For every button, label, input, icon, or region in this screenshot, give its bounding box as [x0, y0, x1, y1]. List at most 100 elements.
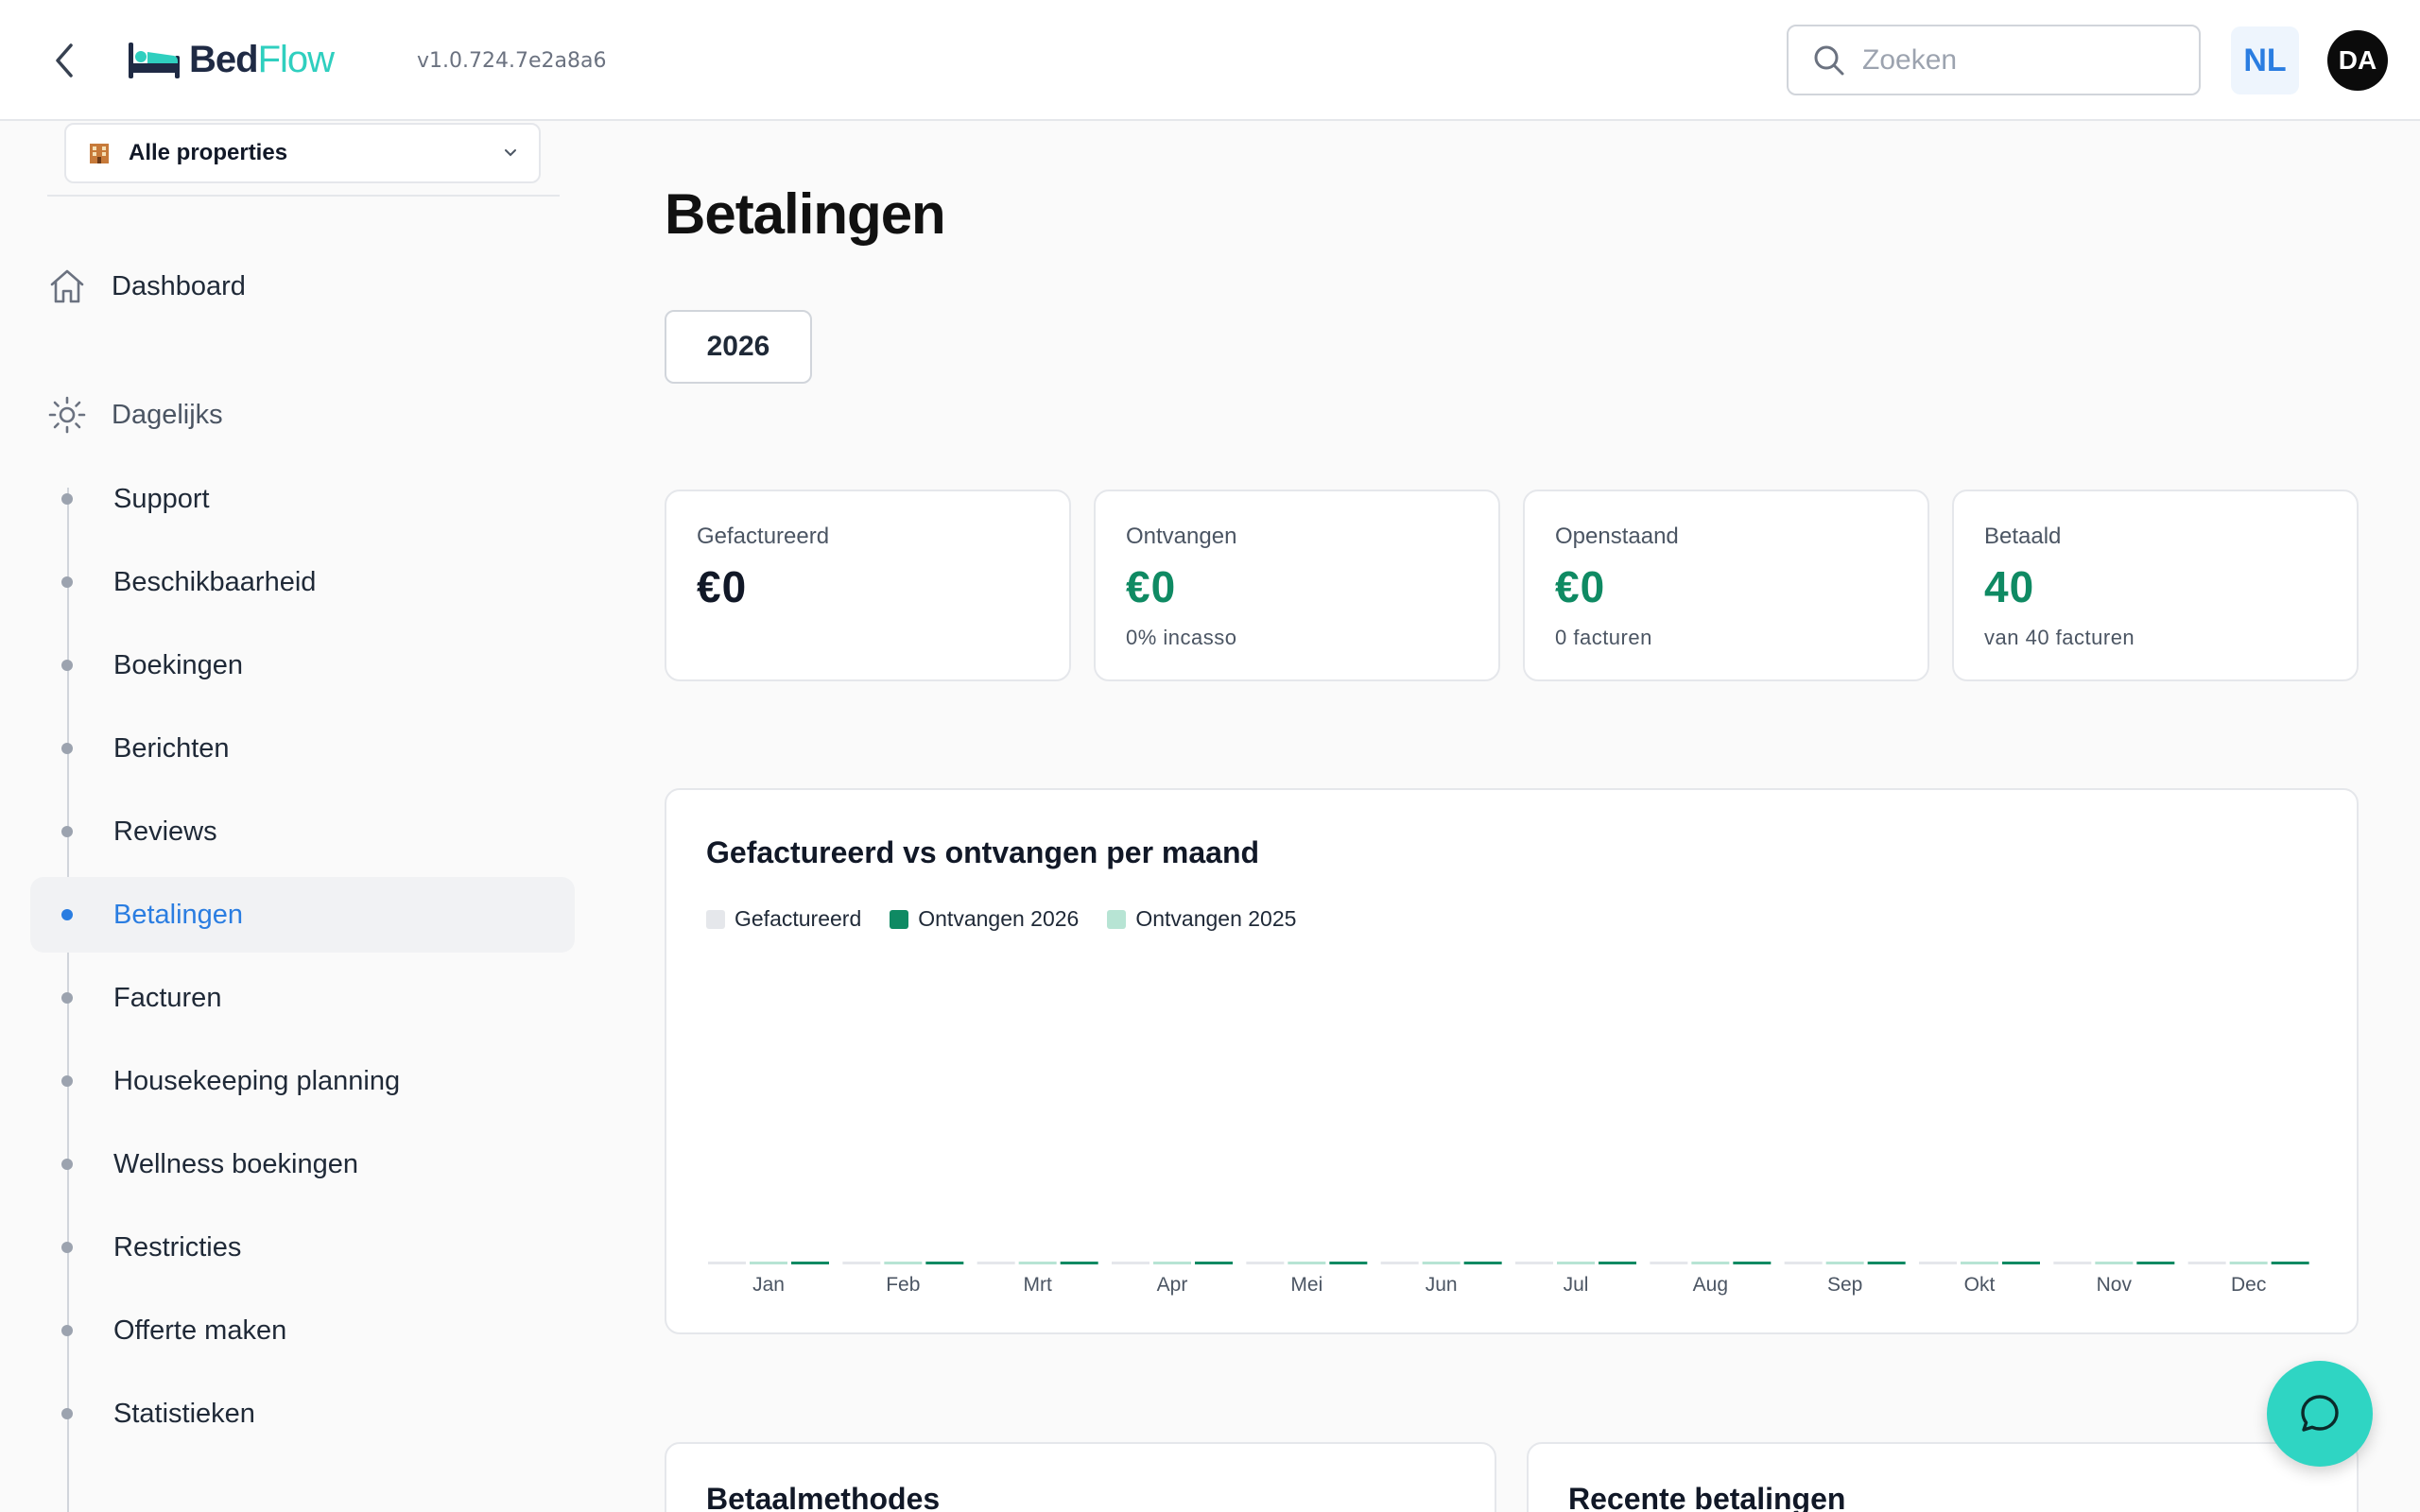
- chat-button[interactable]: [2267, 1361, 2373, 1467]
- top-header: BedFlow v1.0.724.7e2a8a6 NL DA: [0, 0, 2420, 121]
- stat-value: €0: [1555, 562, 1606, 611]
- bullet-dot: [61, 660, 73, 671]
- sidebar-section-label: Dagelijks: [112, 399, 223, 430]
- sun-icon: [48, 396, 86, 434]
- bar-gefactureerd-jun[interactable]: [1380, 1262, 1419, 1264]
- bar-ontvangen-2026-nov[interactable]: [2136, 1262, 2175, 1264]
- bar-ontvangen-2025-feb[interactable]: [884, 1262, 923, 1264]
- stat-value: €0: [697, 562, 748, 611]
- sidebar-item-offerte[interactable]: Offerte maken: [30, 1293, 575, 1368]
- bar-ontvangen-2026-jun[interactable]: [1463, 1262, 1502, 1264]
- sidebar: Alle properties Dashboard Dagelijks Supp…: [0, 123, 577, 1512]
- stat-label: Ontvangen: [1126, 524, 1237, 549]
- stat-label: Gefactureerd: [697, 524, 830, 549]
- bar-ontvangen-2025-apr[interactable]: [1153, 1262, 1191, 1264]
- search-input[interactable]: [1862, 43, 2165, 77]
- language-switch[interactable]: NL: [2231, 26, 2299, 94]
- payment-methods-card: Betaalmethodes: [665, 1442, 1496, 1512]
- stat-card-ontvangen: Ontvangen €0 0% incasso: [1094, 490, 1500, 681]
- sidebar-item-label: Wellness boekingen: [113, 1148, 359, 1179]
- bar-ontvangen-2026-mrt[interactable]: [1060, 1262, 1098, 1264]
- stat-card-gefactureerd: Gefactureerd €0: [665, 490, 1071, 681]
- search-box[interactable]: [1787, 25, 2201, 95]
- bar-gefactureerd-apr[interactable]: [1112, 1262, 1150, 1264]
- hotel-icon: [90, 144, 109, 163]
- sidebar-item-wellness[interactable]: Wellness boekingen: [30, 1126, 575, 1202]
- bedflow-logo[interactable]: BedFlow: [127, 34, 335, 85]
- bar-ontvangen-2025-aug[interactable]: [1691, 1262, 1730, 1264]
- sidebar-item-label: Offerte maken: [113, 1314, 287, 1346]
- bar-ontvangen-2025-sep[interactable]: [1825, 1262, 1864, 1264]
- card-title: Betaalmethodes: [706, 1482, 941, 1512]
- property-select[interactable]: Alle properties: [64, 123, 541, 183]
- bar-ontvangen-2026-dec[interactable]: [2271, 1262, 2309, 1264]
- recent-payments-card: Recente betalingen: [1527, 1442, 2359, 1512]
- stat-subtext: 0 facturen: [1555, 626, 1652, 649]
- sidebar-item-boekingen[interactable]: Boekingen: [30, 627, 575, 703]
- bullet-dot: [61, 576, 73, 588]
- bar-ontvangen-2026-sep[interactable]: [1867, 1262, 1906, 1264]
- back-button[interactable]: [43, 38, 85, 83]
- bar-ontvangen-2026-jan[interactable]: [791, 1262, 829, 1264]
- bar-ontvangen-2025-okt[interactable]: [1961, 1262, 1998, 1264]
- sidebar-item-support[interactable]: Support: [30, 461, 575, 537]
- bar-gefactureerd-dec[interactable]: [2187, 1262, 2226, 1264]
- sidebar-item-label: Support: [113, 483, 210, 514]
- bar-gefactureerd-sep[interactable]: [1784, 1262, 1823, 1264]
- card-title: Recente betalingen: [1568, 1482, 1846, 1512]
- sidebar-item-beschikbaarheid[interactable]: Beschikbaarheid: [30, 544, 575, 620]
- bar-gefactureerd-mei[interactable]: [1246, 1262, 1285, 1264]
- bar-ontvangen-2025-jan[interactable]: [750, 1262, 787, 1264]
- bar-gefactureerd-jul[interactable]: [1515, 1262, 1553, 1264]
- bar-gefactureerd-feb[interactable]: [842, 1262, 881, 1264]
- bar-ontvangen-2025-nov[interactable]: [2095, 1262, 2134, 1264]
- bar-ontvangen-2025-jul[interactable]: [1557, 1262, 1595, 1264]
- stat-value: €0: [1126, 562, 1177, 611]
- bar-ontvangen-2026-mei[interactable]: [1329, 1262, 1368, 1264]
- sidebar-item-housekeeping[interactable]: Housekeeping planning: [30, 1043, 575, 1119]
- bullet-dot: [61, 1325, 73, 1336]
- bar-gefactureerd-okt[interactable]: [1919, 1262, 1957, 1264]
- bar-gefactureerd-nov[interactable]: [2053, 1262, 2092, 1264]
- bullet-dot: [61, 743, 73, 754]
- bar-ontvangen-2025-dec[interactable]: [2229, 1262, 2268, 1264]
- bar-gefactureerd-aug[interactable]: [1650, 1262, 1688, 1264]
- bar-ontvangen-2025-jun[interactable]: [1422, 1262, 1461, 1264]
- sidebar-item-reviews[interactable]: Reviews: [30, 794, 575, 869]
- bar-gefactureerd-jan[interactable]: [708, 1262, 746, 1264]
- bar-ontvangen-2026-feb[interactable]: [925, 1262, 964, 1264]
- bar-ontvangen-2025-mrt[interactable]: [1018, 1262, 1057, 1264]
- x-tick-label: Nov: [2097, 1274, 2133, 1296]
- sidebar-item-label: Statistieken: [113, 1398, 255, 1429]
- user-avatar[interactable]: DA: [2327, 30, 2388, 91]
- chevron-left-icon: [56, 43, 73, 77]
- sidebar-item-dashboard[interactable]: Dashboard: [47, 258, 246, 315]
- page-title: Betalingen: [665, 182, 946, 246]
- bar-ontvangen-2026-okt[interactable]: [2002, 1262, 2040, 1264]
- x-tick-label: Mrt: [1024, 1274, 1052, 1296]
- sidebar-item-facturen[interactable]: Facturen: [30, 960, 575, 1036]
- sidebar-item-label: Berichten: [113, 732, 230, 764]
- sidebar-section-dagelijks[interactable]: Dagelijks: [47, 387, 223, 443]
- bar-ontvangen-2026-aug[interactable]: [1733, 1262, 1772, 1264]
- bullet-dot: [61, 992, 73, 1004]
- x-tick-label: Jun: [1426, 1274, 1458, 1296]
- bullet-dot: [61, 493, 73, 505]
- bullet-dot: [61, 1242, 73, 1253]
- bar-ontvangen-2026-apr[interactable]: [1195, 1262, 1233, 1264]
- bullet-dot: [61, 1408, 73, 1419]
- bar-ontvangen-2026-jul[interactable]: [1599, 1262, 1636, 1264]
- x-tick-label: Dec: [2231, 1274, 2266, 1296]
- sidebar-item-label: Betalingen: [113, 899, 244, 930]
- sidebar-item-label: Beschikbaarheid: [113, 566, 317, 597]
- x-tick-label: Feb: [886, 1274, 920, 1296]
- app-version: v1.0.724.7e2a8a6: [417, 49, 607, 73]
- bar-gefactureerd-mrt[interactable]: [977, 1262, 1015, 1264]
- sidebar-item-restricties[interactable]: Restricties: [30, 1210, 575, 1285]
- year-select-button[interactable]: 2026: [665, 310, 812, 384]
- sidebar-item-betalingen[interactable]: Betalingen: [30, 877, 575, 953]
- sidebar-item-statistieken[interactable]: Statistieken: [30, 1376, 575, 1452]
- bullet-dot: [61, 826, 73, 837]
- bar-ontvangen-2025-mei[interactable]: [1288, 1262, 1326, 1264]
- sidebar-item-berichten[interactable]: Berichten: [30, 711, 575, 786]
